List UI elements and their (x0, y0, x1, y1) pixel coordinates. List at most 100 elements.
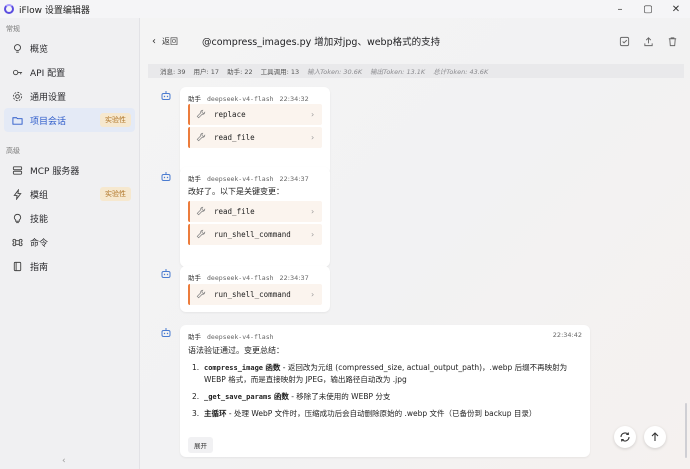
bulb-icon (10, 211, 24, 225)
message-time: 22:34:42 (552, 331, 582, 339)
tool-call-item[interactable]: run_shell_command › (188, 224, 322, 245)
sidebar-item-project-sessions[interactable]: 项目会话 实验性 (4, 108, 135, 132)
sidebar-item-overview[interactable]: 概览 (4, 36, 135, 60)
summary-list: 1. compress_image 函数 - 返回改为元组 (compresse… (192, 362, 582, 425)
key-icon (10, 65, 24, 79)
message-meta: 助手 deepseek-v4-flash 22:34:37 (188, 173, 309, 183)
refresh-button[interactable] (614, 426, 636, 448)
message-text: 改好了。以下是关键变更： (188, 187, 284, 196)
wrench-icon (196, 132, 208, 144)
wrench-icon (196, 229, 208, 241)
header-actions (618, 35, 678, 47)
tool-name: read_file (214, 207, 255, 216)
sidebar-item-commands[interactable]: 命令 (4, 230, 135, 254)
list-strong: 主循环 (204, 409, 227, 418)
experimental-badge: 实验性 (100, 113, 131, 127)
sidebar-item-label: 项目会话 (30, 116, 67, 127)
message-card: 助手 deepseek-v4-flash 22:34:37 改好了。以下是关键变更：… (180, 167, 330, 267)
chevron-right-icon: › (310, 133, 315, 142)
sidebar-item-label: 模组 (30, 190, 49, 201)
tool-name: read_file (214, 133, 255, 142)
sidebar-item-mcp[interactable]: MCP 服务器 (4, 158, 135, 182)
stat-assistant: 助手: 22 (227, 68, 253, 76)
message-text: 语法验证通过。变更总结： (188, 346, 284, 355)
select-icon[interactable] (618, 35, 630, 47)
sidebar-item-label: 概览 (30, 44, 49, 55)
back-button[interactable]: ‹ 返回 (152, 36, 178, 47)
message-card: 助手 deepseek-v4-flash 22:34:42 语法验证通过。变更总结：… (180, 325, 590, 457)
sidebar: 常规 概览 API 配置 通用设置 项目会话 实验性 高级 MCP 服务器 模组… (0, 18, 140, 469)
tool-call-item[interactable]: replace › (188, 104, 322, 125)
collapse-sidebar-icon[interactable]: ‹ (62, 456, 66, 466)
title-bar: iFlow 设置编辑器 – ▢ ✕ (0, 0, 690, 18)
message-role: 助手 (188, 175, 201, 183)
bot-avatar-icon (159, 170, 173, 184)
trash-icon[interactable] (666, 35, 678, 47)
tool-call-item[interactable]: read_file › (188, 201, 322, 222)
message-meta: 助手 deepseek-v4-flash 22:34:32 (188, 93, 309, 103)
sidebar-item-label: 技能 (30, 214, 49, 225)
tool-call-item[interactable]: run_shell_command › (188, 284, 322, 305)
stat-input-tokens: 输入Token: 30.6K (307, 68, 363, 76)
refresh-icon (619, 428, 631, 447)
tool-name: replace (214, 110, 246, 119)
list-code: _get_save_params (204, 393, 272, 401)
gear-icon (10, 89, 24, 103)
bot-avatar-icon (159, 267, 173, 281)
chevron-right-icon: › (310, 290, 315, 299)
sidebar-item-guide[interactable]: 指南 (4, 254, 135, 278)
list-code: compress_image (204, 364, 264, 372)
lightbulb-icon (10, 41, 24, 55)
message-role: 助手 (188, 274, 201, 282)
server-icon (10, 163, 24, 177)
chevron-right-icon: › (310, 207, 315, 216)
minimize-button[interactable]: – (606, 0, 634, 18)
conversation-header: ‹ 返回 @compress_images.py 增加对jpg、webp格式的支… (140, 18, 690, 64)
sidebar-item-label: 指南 (30, 262, 49, 273)
wrench-icon (196, 289, 208, 301)
sidebar-item-label: 命令 (30, 238, 49, 249)
message-model: deepseek-v4-flash (207, 95, 274, 103)
message-meta: 助手 deepseek-v4-flash 22:34:37 (188, 272, 309, 282)
list-body: - 处理 WebP 文件时，压缩成功后会自动删除原始的 .webp 文件（已备份… (226, 409, 537, 418)
close-button[interactable]: ✕ (662, 0, 690, 18)
sidebar-item-label: MCP 服务器 (30, 166, 80, 177)
message-card: 助手 deepseek-v4-flash 22:34:32 replace › re… (180, 87, 330, 175)
sidebar-item-modules[interactable]: 模组 实验性 (4, 182, 135, 206)
tool-name: run_shell_command (214, 230, 291, 239)
tool-name: run_shell_command (214, 290, 291, 299)
chevron-right-icon: › (310, 110, 315, 119)
message-time: 22:34:32 (279, 95, 309, 103)
arrow-up-icon (649, 428, 661, 447)
list-number: 1. (192, 363, 200, 372)
sidebar-item-settings[interactable]: 通用设置 (4, 84, 135, 108)
list-body: - 移除了未使用的 WEBP 分支 (288, 392, 391, 401)
scroll-top-button[interactable] (644, 426, 666, 448)
list-number: 2. (192, 392, 200, 401)
wrench-icon (196, 109, 208, 121)
back-label: 返回 (162, 36, 178, 46)
stat-output-tokens: 输出Token: 13.1K (370, 68, 426, 76)
message-time: 22:34:37 (279, 274, 309, 282)
sidebar-item-skills[interactable]: 技能 (4, 206, 135, 230)
message-role: 助手 (188, 333, 201, 341)
maximize-button[interactable]: ▢ (634, 0, 662, 18)
stat-messages: 消息: 39 (160, 68, 186, 76)
stats-bar: 消息: 39 用户: 17 助手: 22 工具调用: 13 输入Token: 3… (148, 64, 684, 78)
window-controls: – ▢ ✕ (606, 0, 690, 18)
experimental-badge: 实验性 (100, 187, 131, 201)
section-label-general: 常规 (6, 25, 20, 33)
message-model: deepseek-v4-flash (207, 333, 274, 341)
list-number: 3. (192, 409, 200, 418)
export-icon[interactable] (642, 35, 654, 47)
stat-tool-calls: 工具调用: 13 (260, 68, 300, 76)
chevron-right-icon: › (310, 230, 315, 239)
list-item: 3. 主循环 - 处理 WebP 文件时，压缩成功后会自动删除原始的 .webp… (192, 408, 582, 420)
expand-button[interactable]: 展开 (188, 437, 213, 453)
sidebar-item-api[interactable]: API 配置 (4, 60, 135, 84)
sidebar-item-label: API 配置 (30, 68, 66, 79)
tool-call-item[interactable]: read_file › (188, 127, 322, 148)
chevron-left-icon: ‹ (152, 35, 156, 47)
message-meta: 助手 deepseek-v4-flash 22:34:42 (188, 331, 582, 341)
scrollbar[interactable] (685, 403, 687, 458)
